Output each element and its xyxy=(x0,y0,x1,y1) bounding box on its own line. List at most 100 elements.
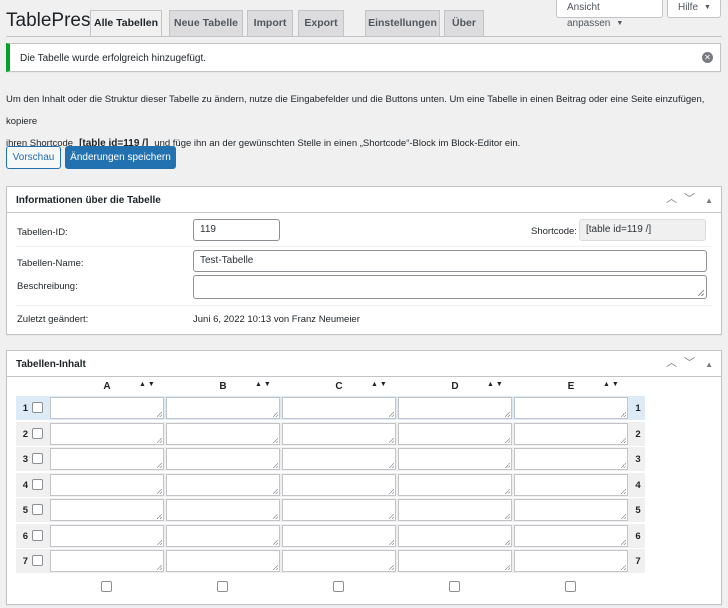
table-cell-input[interactable] xyxy=(398,422,512,445)
table-cell-input[interactable] xyxy=(398,499,512,521)
sort-icon[interactable]: ▲▼ xyxy=(603,381,621,388)
move-up-icon[interactable]: ︿ xyxy=(666,357,677,369)
row-checkbox[interactable] xyxy=(32,453,43,464)
table-cell-input[interactable] xyxy=(514,550,628,572)
table-cell-input[interactable] xyxy=(50,524,164,547)
table-cell-input[interactable] xyxy=(398,524,512,547)
resize-handle-icon[interactable] xyxy=(157,412,162,417)
table-cell-input[interactable] xyxy=(50,550,164,572)
resize-handle-icon[interactable] xyxy=(157,565,162,570)
table-cell-input[interactable] xyxy=(282,422,396,445)
row-checkbox[interactable] xyxy=(32,402,43,413)
move-down-icon[interactable]: ﹀ xyxy=(684,357,695,369)
table-cell-input[interactable] xyxy=(50,422,164,445)
resize-handle-icon[interactable] xyxy=(505,565,510,570)
resize-handle-icon[interactable] xyxy=(157,539,162,545)
resize-handle-icon[interactable] xyxy=(621,437,626,443)
column-checkbox[interactable] xyxy=(217,580,228,592)
table-cell-input[interactable] xyxy=(398,550,512,572)
tab-settings[interactable]: Einstellungen xyxy=(365,10,440,36)
sort-icon[interactable]: ▲▼ xyxy=(255,381,273,388)
shortcode-field[interactable]: [table id=119 /] xyxy=(579,219,706,241)
resize-handle-icon[interactable] xyxy=(621,514,626,519)
description-field[interactable] xyxy=(193,275,707,299)
table-id-field[interactable]: 119 xyxy=(193,219,280,241)
resize-handle-icon[interactable] xyxy=(621,539,626,545)
tab-new-table[interactable]: Neue Tabelle xyxy=(169,10,243,36)
resize-handle-icon[interactable] xyxy=(698,290,704,296)
table-cell-input[interactable] xyxy=(514,499,628,521)
dismiss-icon[interactable]: ✕ xyxy=(702,52,713,63)
row-checkbox[interactable] xyxy=(32,555,43,566)
resize-handle-icon[interactable] xyxy=(505,514,510,519)
resize-handle-icon[interactable] xyxy=(621,488,626,494)
tab-all-tables[interactable]: Alle Tabellen xyxy=(90,10,162,36)
table-cell-input[interactable] xyxy=(514,524,628,547)
resize-handle-icon[interactable] xyxy=(505,437,510,443)
row-checkbox[interactable] xyxy=(32,504,43,515)
table-cell-input[interactable] xyxy=(166,473,280,496)
preview-button[interactable]: Vorschau xyxy=(6,146,61,169)
table-cell-input[interactable] xyxy=(50,473,164,496)
table-cell-input[interactable] xyxy=(166,448,280,470)
sort-icon[interactable]: ▲▼ xyxy=(487,381,505,388)
resize-handle-icon[interactable] xyxy=(621,412,626,417)
table-cell-input[interactable] xyxy=(50,448,164,470)
table-cell-input[interactable] xyxy=(50,499,164,521)
tab-export[interactable]: Export xyxy=(298,10,344,36)
row-checkbox[interactable] xyxy=(32,478,43,490)
resize-handle-icon[interactable] xyxy=(389,514,394,519)
resize-handle-icon[interactable] xyxy=(389,437,394,443)
table-cell-input[interactable] xyxy=(398,448,512,470)
tab-about[interactable]: Über xyxy=(444,10,484,36)
table-cell-input[interactable] xyxy=(282,550,396,572)
table-cell-input[interactable] xyxy=(514,473,628,496)
resize-handle-icon[interactable] xyxy=(621,565,626,570)
table-cell-input[interactable] xyxy=(282,397,396,419)
table-cell-input[interactable] xyxy=(282,524,396,547)
resize-handle-icon[interactable] xyxy=(389,539,394,545)
resize-handle-icon[interactable] xyxy=(505,539,510,545)
table-name-field[interactable]: Test-Tabelle xyxy=(193,250,707,272)
resize-handle-icon[interactable] xyxy=(273,437,278,443)
table-cell-input[interactable] xyxy=(166,422,280,445)
row-checkbox[interactable] xyxy=(32,529,43,541)
table-cell-input[interactable] xyxy=(166,397,280,419)
resize-handle-icon[interactable] xyxy=(621,463,626,468)
column-checkbox[interactable] xyxy=(565,580,576,592)
screen-options-button[interactable]: Ansicht anpassen ▼ xyxy=(556,0,663,29)
resize-handle-icon[interactable] xyxy=(389,463,394,468)
resize-handle-icon[interactable] xyxy=(157,488,162,494)
toggle-panel-icon[interactable]: ▲ xyxy=(705,195,713,207)
table-cell-input[interactable] xyxy=(282,448,396,470)
sort-icon[interactable]: ▲▼ xyxy=(139,381,157,388)
move-down-icon[interactable]: ﹀ xyxy=(684,193,695,205)
resize-handle-icon[interactable] xyxy=(157,437,162,443)
table-cell-input[interactable] xyxy=(50,397,164,419)
move-up-icon[interactable]: ︿ xyxy=(666,193,677,205)
toggle-panel-icon[interactable]: ▲ xyxy=(705,359,713,371)
tab-import[interactable]: Import xyxy=(247,10,293,36)
table-cell-input[interactable] xyxy=(282,499,396,521)
table-cell-input[interactable] xyxy=(514,422,628,445)
resize-handle-icon[interactable] xyxy=(273,412,278,417)
resize-handle-icon[interactable] xyxy=(505,488,510,494)
resize-handle-icon[interactable] xyxy=(389,565,394,570)
table-cell-input[interactable] xyxy=(282,473,396,496)
resize-handle-icon[interactable] xyxy=(505,463,510,468)
resize-handle-icon[interactable] xyxy=(505,412,510,417)
resize-handle-icon[interactable] xyxy=(389,488,394,494)
sort-icon[interactable]: ▲▼ xyxy=(371,381,389,388)
column-checkbox[interactable] xyxy=(101,580,112,592)
table-cell-input[interactable] xyxy=(166,550,280,572)
resize-handle-icon[interactable] xyxy=(157,463,162,468)
table-cell-input[interactable] xyxy=(166,499,280,521)
help-button[interactable]: Hilfe ▼ xyxy=(667,0,721,18)
table-cell-input[interactable] xyxy=(514,448,628,470)
resize-handle-icon[interactable] xyxy=(273,539,278,545)
resize-handle-icon[interactable] xyxy=(273,488,278,494)
column-checkbox[interactable] xyxy=(333,580,344,592)
save-changes-button[interactable]: Änderungen speichern xyxy=(65,146,176,169)
resize-handle-icon[interactable] xyxy=(389,412,394,417)
table-cell-input[interactable] xyxy=(398,397,512,419)
